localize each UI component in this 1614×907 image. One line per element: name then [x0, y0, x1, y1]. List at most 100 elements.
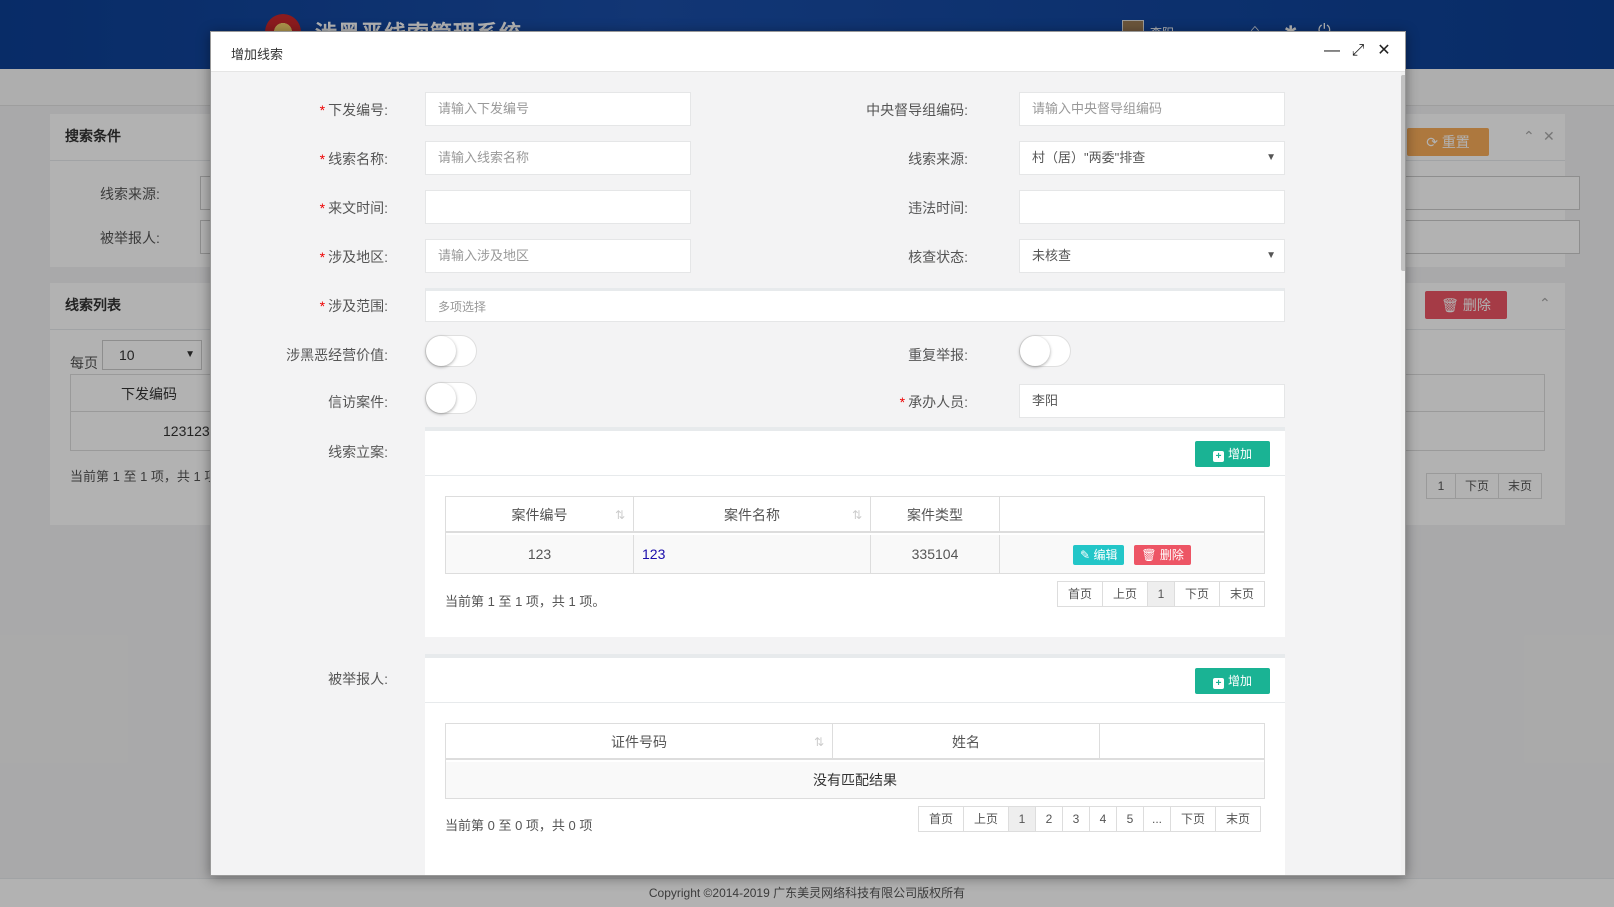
scope-placeholder: 多项选择	[438, 300, 487, 314]
violation-time-input[interactable]	[1019, 190, 1285, 224]
edit-icon: ✎	[1080, 548, 1094, 563]
handler-input[interactable]: 李阳	[1019, 384, 1285, 418]
col-actions	[1000, 497, 1264, 533]
delete-button-label: 删除	[1159, 548, 1184, 563]
required-mark: *	[319, 200, 326, 216]
handler-label-text: 承办人员:	[908, 394, 968, 410]
pager-next[interactable]: 下页	[1170, 806, 1216, 832]
pager-last[interactable]: 末页	[1215, 806, 1261, 832]
required-mark: *	[319, 102, 326, 118]
col-person-name: 姓名	[833, 724, 1100, 760]
trash-icon: 🗑	[1141, 548, 1160, 563]
check-status-value: 未核查	[1032, 248, 1072, 263]
pager-page-4[interactable]: 4	[1089, 806, 1117, 832]
required-mark: *	[899, 394, 906, 410]
dialog-scrollbar[interactable]	[1401, 72, 1405, 875]
reported-section-label: 被举报人:	[328, 671, 388, 687]
case-section-card: + 增加 案件编号 ⇅ 案件名称 ⇅ 案件类型 123 123 335104 ✎ 编辑…	[425, 427, 1285, 637]
delete-button[interactable]: 🗑 删除	[1134, 545, 1191, 566]
clue-name-placeholder: 请输入线索名称	[438, 150, 530, 165]
add-reported-button[interactable]: + 增加	[1195, 668, 1270, 694]
divider	[425, 475, 1285, 476]
scope-label-text: 涉及范围:	[328, 298, 388, 314]
col-case-no-label: 案件编号	[511, 507, 568, 523]
gang-value-label: 涉黑恶经营价值:	[286, 347, 388, 363]
edit-button[interactable]: ✎ 编辑	[1073, 545, 1125, 566]
doc-time-input[interactable]	[425, 190, 691, 224]
case-table: 案件编号 ⇅ 案件名称 ⇅ 案件类型 123 123 335104 ✎ 编辑 🗑 删…	[445, 496, 1265, 574]
case-section-label: 线索立案:	[328, 444, 388, 460]
reported-pager: 首页 上页 1 2 3 4 5 ... 下页 末页	[918, 806, 1261, 832]
sort-icon: ⇅	[851, 508, 862, 522]
col-case-name[interactable]: 案件名称 ⇅	[634, 497, 871, 533]
scope-multiselect[interactable]: 多项选择	[425, 288, 1285, 322]
dialog-title: 增加线索	[231, 47, 284, 62]
central-code-input[interactable]: 请输入中央督导组编码	[1019, 92, 1285, 126]
violation-time-label: 违法时间:	[908, 200, 968, 216]
scope-label: * 涉及范围:	[320, 296, 388, 316]
toggle-knob	[426, 383, 456, 413]
petition-case-label: 信访案件:	[328, 394, 388, 410]
clue-name-label: * 线索名称:	[320, 149, 388, 169]
col-id-no-label: 证件号码	[611, 734, 667, 750]
close-icon[interactable]: ✕	[1373, 40, 1395, 62]
empty-result: 没有匹配结果	[446, 762, 1264, 798]
required-mark: *	[319, 298, 326, 314]
issue-no-label: * 下发编号:	[320, 100, 388, 120]
add-reported-label: 增加	[1227, 674, 1252, 688]
maximize-icon[interactable]: ⤢	[1347, 40, 1369, 62]
col-id-no[interactable]: 证件号码 ⇅	[446, 724, 833, 760]
clue-name-input[interactable]: 请输入线索名称	[425, 141, 691, 175]
reported-summary: 当前第 0 至 0 项，共 0 项	[445, 818, 593, 833]
pager-page-1[interactable]: 1	[1008, 806, 1036, 832]
check-status-select[interactable]: 未核查 ▼	[1019, 239, 1285, 273]
pager-last[interactable]: 末页	[1219, 581, 1265, 607]
col-case-name-label: 案件名称	[724, 507, 780, 523]
clue-source-value: 村（居）"两委"排查	[1032, 150, 1146, 165]
add-case-label: 增加	[1227, 447, 1252, 461]
add-case-button[interactable]: + 增加	[1195, 441, 1270, 467]
central-code-label: 中央督导组编码:	[866, 102, 968, 118]
reported-section-card: + 增加 证件号码 ⇅ 姓名 没有匹配结果 当前第 0 至 0 项，共 0 项 首页…	[425, 654, 1285, 875]
check-status-label: 核查状态:	[908, 249, 968, 265]
pager-next[interactable]: 下页	[1174, 581, 1220, 607]
reported-table: 证件号码 ⇅ 姓名 没有匹配结果	[445, 723, 1265, 799]
pager-prev[interactable]: 上页	[1102, 581, 1148, 607]
handler-label: * 承办人员:	[900, 392, 968, 412]
petition-case-toggle[interactable]	[425, 382, 477, 414]
repeat-report-toggle[interactable]	[1019, 335, 1071, 367]
case-name-link[interactable]: 123	[634, 535, 871, 573]
pager-page-2[interactable]: 2	[1035, 806, 1063, 832]
minimize-icon[interactable]: —	[1321, 40, 1343, 62]
pager-page-1[interactable]: 1	[1147, 581, 1175, 607]
col-case-type-label: 案件类型	[907, 507, 963, 523]
col-actions	[1100, 724, 1264, 760]
region-label-text: 涉及地区:	[328, 249, 388, 265]
toggle-knob	[1020, 336, 1050, 366]
clue-source-select[interactable]: 村（居）"两委"排查 ▼	[1019, 141, 1285, 175]
gang-value-toggle[interactable]	[425, 335, 477, 367]
pager-ellipsis: ...	[1143, 806, 1171, 832]
region-placeholder: 请输入涉及地区	[438, 248, 530, 263]
edit-button-label: 编辑	[1093, 548, 1118, 563]
required-mark: *	[319, 151, 326, 167]
pager-prev[interactable]: 上页	[963, 806, 1009, 832]
chevron-down-icon: ▼	[1266, 250, 1276, 261]
issue-no-input[interactable]: 请输入下发编号	[425, 92, 691, 126]
plus-square-icon: +	[1212, 451, 1224, 462]
pager-first[interactable]: 首页	[1057, 581, 1103, 607]
region-label: * 涉及地区:	[320, 247, 388, 267]
plus-square-icon: +	[1212, 678, 1224, 689]
add-clue-dialog: 增加线索 — ⤢ ✕ * 下发编号: 请输入下发编号 中央督导组编码: 请输入中央…	[210, 31, 1406, 876]
dialog-body: * 下发编号: 请输入下发编号 中央督导组编码: 请输入中央督导组编码 * 线索名称…	[211, 72, 1394, 875]
case-pager: 首页 上页 1 下页 末页	[1057, 581, 1265, 607]
pager-page-5[interactable]: 5	[1116, 806, 1144, 832]
pager-page-3[interactable]: 3	[1062, 806, 1090, 832]
region-input[interactable]: 请输入涉及地区	[425, 239, 691, 273]
sort-icon: ⇅	[614, 508, 625, 522]
pager-first[interactable]: 首页	[918, 806, 964, 832]
col-case-no[interactable]: 案件编号 ⇅	[446, 497, 634, 533]
scrollbar-thumb[interactable]	[1401, 75, 1405, 271]
doc-time-label-text: 来文时间:	[328, 200, 388, 216]
chevron-down-icon: ▼	[1266, 152, 1276, 163]
